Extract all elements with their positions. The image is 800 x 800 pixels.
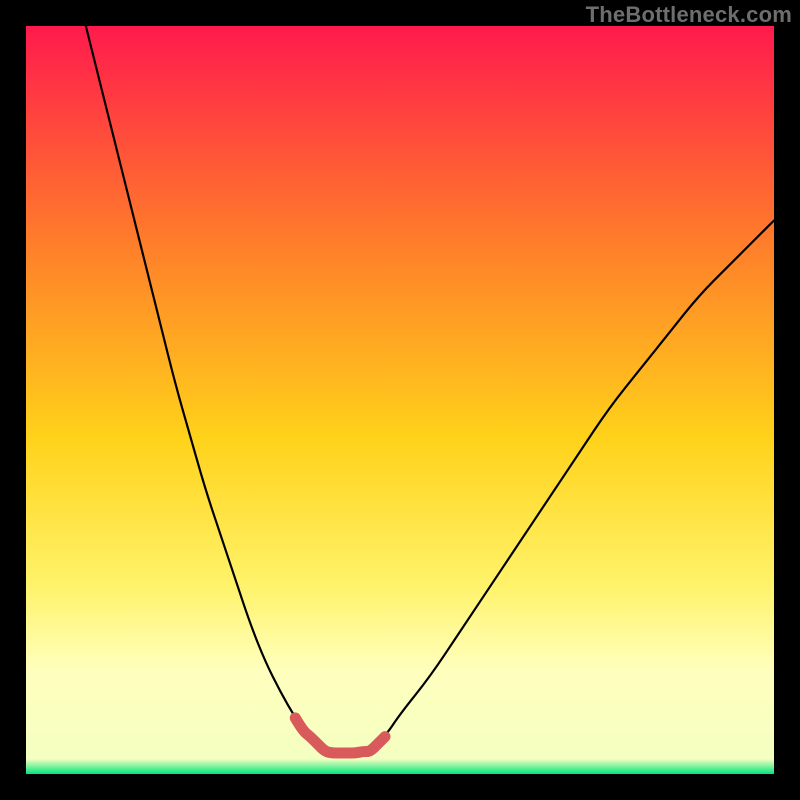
plot-area (26, 26, 774, 774)
bottleneck-chart (26, 26, 774, 774)
gradient-background (26, 26, 774, 774)
chart-frame: TheBottleneck.com (0, 0, 800, 800)
watermark-text: TheBottleneck.com (586, 2, 792, 28)
